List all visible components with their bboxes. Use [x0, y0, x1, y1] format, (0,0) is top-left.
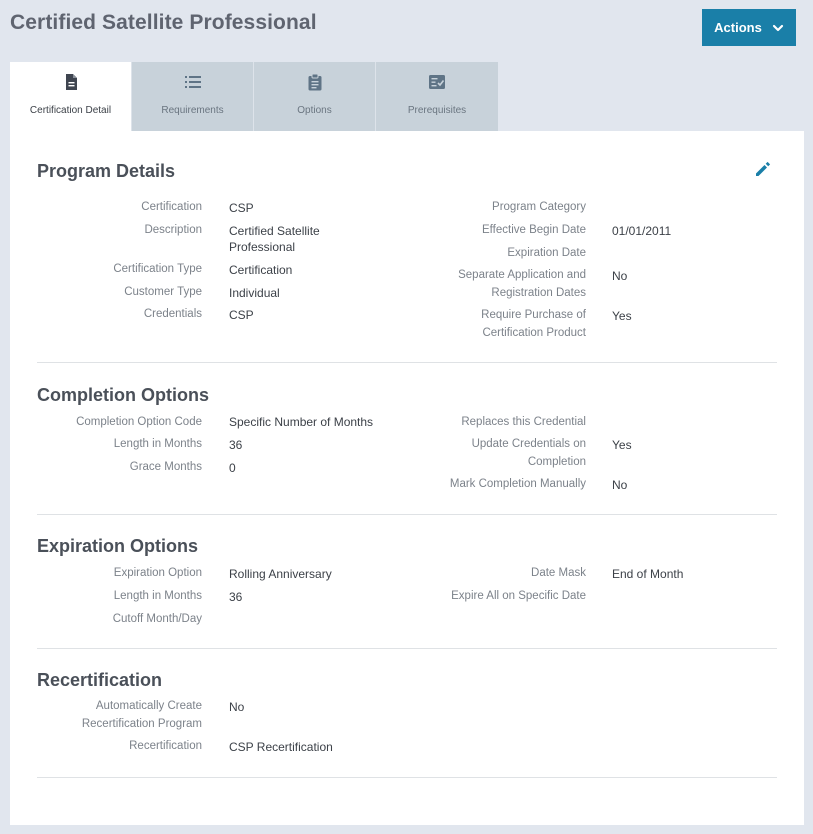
- date-mask-value: End of Month: [612, 567, 684, 581]
- actions-label: Actions: [714, 20, 762, 35]
- completion-options-section: Completion Options Completion Option Cod…: [37, 385, 777, 515]
- field-label-line2: Certification Product: [482, 327, 586, 339]
- page-title: Certified Satellite Professional: [10, 11, 317, 34]
- require-purchase-value: Yes: [612, 309, 632, 323]
- field-label: Mark Completion Manually: [449, 478, 586, 490]
- field-label: Expiration Option: [113, 567, 202, 579]
- field-label: Length in Months: [113, 590, 202, 602]
- field-label: Description: [144, 224, 202, 236]
- field-label: Date Mask: [531, 567, 586, 579]
- clipboard-icon: [305, 72, 325, 92]
- chevron-down-icon: [772, 24, 783, 31]
- program-details-section: Program Details Certification CSP Descri…: [37, 161, 777, 363]
- field-label: Expire All on Specific Date: [451, 590, 586, 602]
- section-title: Expiration Options: [37, 536, 199, 556]
- tab-label: Requirements: [161, 105, 224, 116]
- completion-length-value: 36: [229, 438, 243, 452]
- actions-button[interactable]: Actions: [702, 9, 796, 46]
- expiration-options-section: Expiration Options Expiration Option Rol…: [37, 536, 777, 649]
- separate-app-value: No: [612, 269, 628, 283]
- completion-code-value: Specific Number of Months: [229, 415, 374, 429]
- recertification-section: Recertification Automatically Create Rec…: [37, 670, 777, 778]
- field-label: Cutoff Month/Day: [112, 613, 202, 625]
- auto-create-value: No: [229, 700, 245, 714]
- section-title: Program Details: [37, 161, 176, 181]
- field-label-line1: Separate Application and: [458, 269, 586, 281]
- field-label: Recertification: [129, 740, 202, 752]
- tab-certification-detail[interactable]: Certification Detail: [10, 62, 132, 131]
- field-label-line1: Require Purchase of: [481, 309, 586, 321]
- update-credentials-value: Yes: [612, 438, 632, 452]
- customer-type-value: Individual: [229, 286, 280, 300]
- field-label-line2: Recertification Program: [81, 718, 202, 730]
- certification-value: CSP: [229, 201, 254, 215]
- field-label: Length in Months: [113, 438, 202, 450]
- description-value-line1: Certified Satellite: [229, 224, 320, 238]
- recertification-value: CSP Recertification: [229, 740, 333, 754]
- credentials-value: CSP: [229, 308, 254, 322]
- grace-months-value: 0: [229, 461, 236, 475]
- field-label-line1: Update Credentials on: [471, 438, 586, 450]
- field-label-line2: Completion: [527, 456, 586, 468]
- list-icon: [183, 72, 203, 92]
- field-label: Grace Months: [129, 461, 202, 473]
- field-label: Certification Type: [113, 263, 202, 275]
- field-label: Completion Option Code: [76, 416, 202, 428]
- expiration-option-value: Rolling Anniversary: [229, 567, 332, 581]
- tab-label: Prerequisites: [407, 105, 467, 116]
- tab-prerequisites[interactable]: Prerequisites: [376, 62, 498, 131]
- field-label: Replaces this Credential: [461, 416, 586, 428]
- field-label: Effective Begin Date: [482, 224, 586, 236]
- expiration-length-value: 36: [229, 590, 243, 604]
- description-value-line2: Professional: [229, 240, 296, 254]
- tab-requirements[interactable]: Requirements: [132, 62, 254, 131]
- tab-label: Options: [297, 105, 332, 116]
- field-label: Expiration Date: [507, 247, 586, 259]
- checklist-icon: [427, 72, 447, 92]
- field-label: Program Category: [492, 201, 586, 213]
- field-label-line2: Registration Dates: [491, 287, 586, 299]
- mark-manually-value: No: [612, 478, 628, 492]
- tab-bar: Certification Detail Requirements Option…: [10, 62, 498, 131]
- tab-label: Certification Detail: [29, 105, 112, 116]
- field-label: Credentials: [143, 308, 202, 320]
- field-label-line1: Automatically Create: [95, 700, 202, 712]
- certification-type-value: Certification: [229, 263, 293, 277]
- document-icon: [61, 72, 81, 92]
- field-label: Customer Type: [124, 286, 202, 298]
- tab-options[interactable]: Options: [254, 62, 376, 131]
- effective-begin-value: 01/01/2011: [612, 224, 672, 238]
- field-label: Certification: [141, 201, 202, 213]
- section-title: Recertification: [37, 670, 163, 690]
- detail-panel: Program Details Certification CSP Descri…: [10, 131, 804, 825]
- section-title: Completion Options: [37, 385, 209, 405]
